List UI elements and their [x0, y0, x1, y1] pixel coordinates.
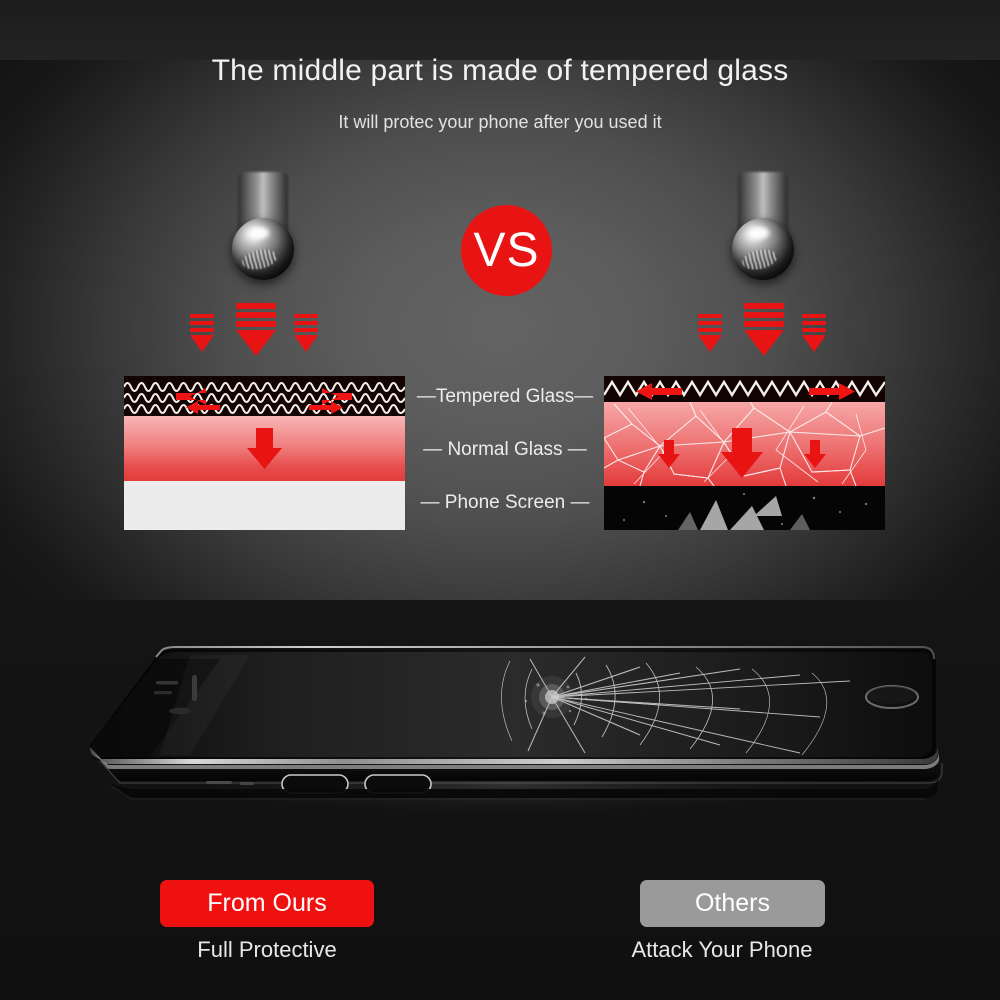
layer-phone-screen-right	[604, 486, 885, 530]
infographic-canvas: The middle part is made of tempered glas…	[0, 0, 1000, 1000]
page-subtitle: It will protec your phone after you used…	[338, 112, 662, 132]
layer-normal-glass-right	[604, 402, 885, 486]
page-title: The middle part is made of tempered glas…	[211, 54, 789, 87]
badge-from-ours-label: From Ours	[207, 889, 327, 917]
badge-others[interactable]: Others	[640, 880, 825, 927]
label-normal-glass: — Normal Glass —	[423, 439, 587, 460]
impact-arrow-right-small-1	[698, 314, 722, 352]
force-dispersion-arrows-left	[176, 388, 352, 414]
layer-tempered-glass-right	[604, 376, 885, 402]
caption-full-protective: Full Protective	[197, 937, 337, 962]
force-dispersion-arrows-right	[636, 383, 855, 400]
steel-ball-icon	[232, 218, 294, 280]
vs-badge: VS	[461, 205, 552, 296]
impact-arrow-left-small-2	[294, 314, 318, 352]
phone-illustration	[90, 646, 943, 825]
impact-arrow-right-small-2	[802, 314, 826, 352]
impact-arrow-right-large	[744, 303, 784, 356]
steel-ball-icon	[732, 218, 794, 280]
impact-arrow-left-large	[236, 303, 276, 356]
label-phone-screen: — Phone Screen —	[420, 492, 590, 513]
downward-force-arrow-icon	[247, 428, 282, 469]
impact-arrow-left-small-1	[190, 314, 214, 352]
vs-badge-label: VS	[473, 224, 540, 277]
layer-tempered-glass-left	[124, 376, 405, 416]
diagram-panel-protected	[124, 376, 405, 530]
layer-phone-screen-left	[124, 481, 405, 530]
layer-normal-glass-left	[124, 416, 405, 481]
diagram-panel-unprotected	[604, 376, 885, 530]
steel-ball-impactor-right	[728, 172, 798, 307]
badge-others-label: Others	[694, 889, 771, 917]
label-tempered-glass: —Tempered Glass—	[416, 386, 594, 407]
steel-ball-impactor-left	[228, 172, 298, 307]
badge-from-ours[interactable]: From Ours	[160, 880, 374, 927]
crack-pattern-icon	[604, 402, 885, 486]
shattered-glass-icon	[623, 493, 868, 530]
product-photo-phone	[40, 625, 960, 825]
background-vignette	[0, 60, 1000, 640]
caption-attack-your-phone: Attack Your Phone	[631, 937, 813, 962]
